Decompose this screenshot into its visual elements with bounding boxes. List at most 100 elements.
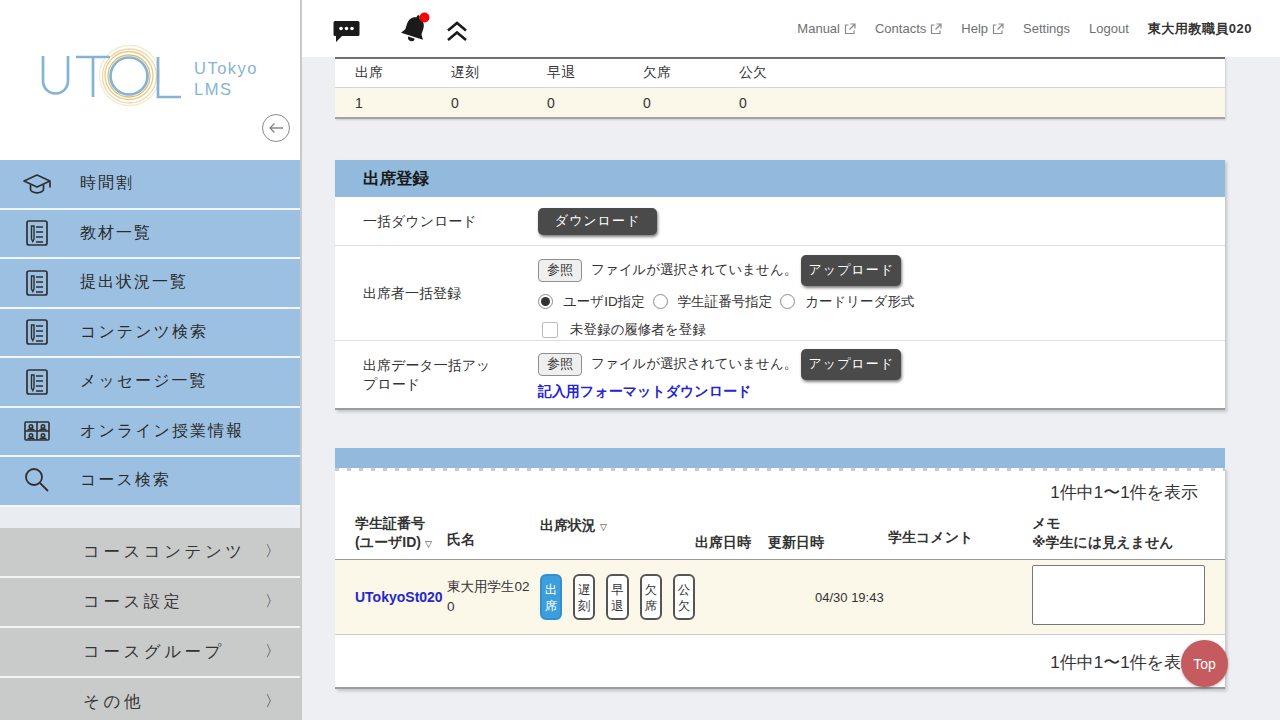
download-button[interactable]: ダウンロード: [538, 208, 657, 235]
sort-icon: ▽: [600, 522, 607, 532]
summary-values-row: 1 0 0 0 0: [335, 88, 1225, 117]
help-link[interactable]: Help: [961, 21, 1004, 36]
username[interactable]: 東大用教職員020: [1148, 20, 1252, 38]
clipboard-icon: [20, 365, 54, 399]
status-late-button[interactable]: 遅刻: [573, 574, 595, 620]
utol-logo: UTokyo LMS: [36, 40, 271, 115]
student-row: UTokyoSt020 東大用学生020 出席 遅刻 早退 欠席 公欠 04/3…: [335, 560, 1225, 635]
contacts-link[interactable]: Contacts: [875, 21, 942, 36]
summary-header: 早退: [547, 64, 643, 82]
main-area: Manual Contacts Help Settings Logout 東大用…: [302, 0, 1280, 720]
topbar: Manual Contacts Help Settings Logout 東大用…: [302, 0, 1280, 57]
sidebar-item-label: メッセージ一覧: [80, 371, 208, 392]
status-present-button[interactable]: 出席: [540, 574, 562, 620]
sidebar-item-online-class-info[interactable]: オンライン授業情報: [0, 408, 300, 458]
graduation-cap-icon: [20, 167, 54, 201]
clipboard-icon: [20, 266, 54, 300]
checkbox-label: 未登録の履修者を登録: [570, 321, 706, 339]
sidebar-item-label: 教材一覧: [80, 223, 152, 244]
summary-value: 0: [547, 95, 643, 111]
sidebar-item-course-contents[interactable]: コースコンテンツ 〉: [0, 528, 300, 578]
notifications-bell-icon[interactable]: [396, 12, 432, 52]
sidebar-item-label: コースグループ: [83, 641, 225, 663]
sidebar-item-messages[interactable]: メッセージ一覧: [0, 358, 300, 408]
sidebar-collapse-button[interactable]: [262, 114, 290, 142]
table-header-strip: [335, 448, 1225, 468]
sidebar-item-course-group[interactable]: コースグループ 〉: [0, 628, 300, 678]
sidebar-item-submission-status[interactable]: 提出状況一覧: [0, 259, 300, 309]
bulk-register-row: 出席者一括登録 参照 ファイルが選択されていません。 アップロード ユーザID指…: [335, 246, 1225, 341]
student-id-link[interactable]: UTokyoSt020: [355, 589, 447, 605]
back-arrow-icon: [268, 122, 284, 134]
column-header-name: 氏名: [447, 504, 540, 559]
sidebar-item-timetable[interactable]: 時間割: [0, 160, 300, 210]
chevron-right-icon: 〉: [265, 692, 280, 711]
status-buttons: 出席 遅刻 早退 欠席 公欠: [540, 574, 695, 620]
scroll-to-top-button[interactable]: Top: [1181, 640, 1228, 687]
logo-subtitle-2: LMS: [194, 80, 232, 98]
bulk-download-row: 一括ダウンロード ダウンロード: [335, 197, 1225, 246]
upload-button[interactable]: アップロード: [801, 255, 901, 286]
updated-at-cell: 04/30 19:43: [768, 590, 888, 605]
sidebar-item-label: 時間割: [80, 173, 134, 194]
student-table-header: 学生証番号 (ユーザID) ▽ 氏名 出席状況 ▽ 出席日時 更新日時 学生コメ…: [335, 504, 1225, 560]
people-grid-icon: [20, 414, 54, 448]
clipboard-icon: [20, 315, 54, 349]
radio-student-number[interactable]: [653, 294, 668, 309]
summary-value: 0: [643, 95, 739, 111]
summary-value: 0: [739, 95, 835, 111]
sidebar-item-content-search[interactable]: コンテンツ検索: [0, 309, 300, 359]
settings-link[interactable]: Settings: [1023, 21, 1070, 36]
summary-value: 1: [355, 95, 451, 111]
radio-user-id[interactable]: [538, 294, 553, 309]
chevron-right-icon: 〉: [265, 592, 280, 611]
row-label: 一括ダウンロード: [335, 197, 538, 245]
messages-icon[interactable]: [333, 18, 360, 48]
sidebar: UTokyo LMS 時間割 教材一覧: [0, 0, 300, 720]
status-excused-button[interactable]: 公欠: [673, 574, 695, 620]
external-link-icon: [844, 23, 856, 35]
sidebar-item-label: コース検索: [80, 470, 171, 491]
sidebar-item-label: 提出状況一覧: [80, 272, 188, 293]
status-absent-button[interactable]: 欠席: [640, 574, 662, 620]
radio-card-reader[interactable]: [780, 294, 795, 309]
sidebar-section-gap: [0, 507, 300, 528]
column-header-updated-at: 更新日時: [768, 504, 888, 559]
student-attendance-table: 1件中1〜1件を表示 学生証番号 (ユーザID) ▽ 氏名 出席状況 ▽ 出席日…: [335, 448, 1225, 689]
section-title: 出席登録: [335, 160, 1225, 197]
status-early-leave-button[interactable]: 早退: [606, 574, 628, 620]
sidebar-menu: 時間割 教材一覧 提出状況一覧 コンテンツ検索: [0, 160, 300, 507]
sidebar-item-others[interactable]: その他 〉: [0, 678, 300, 720]
result-count-top: 1件中1〜1件を表示: [335, 468, 1225, 504]
summary-header: 公欠: [739, 64, 835, 82]
memo-textarea[interactable]: [1032, 565, 1205, 625]
attendance-summary-table: 出席 遅刻 早退 欠席 公欠 1 0 0 0 0: [335, 57, 1225, 119]
summary-value: 0: [451, 95, 547, 111]
sidebar-item-label: コース設定: [83, 591, 184, 613]
collapse-topbar-icon[interactable]: [445, 20, 469, 47]
format-download-link[interactable]: 記入用フォーマットダウンロード: [538, 383, 751, 401]
browse-button[interactable]: 参照: [538, 353, 582, 376]
column-header-comment: 学生コメント: [888, 504, 1032, 559]
radio-label: 学生証番号指定: [678, 293, 773, 311]
register-unregistered-checkbox[interactable]: [542, 322, 558, 338]
logo-subtitle-1: UTokyo: [194, 59, 258, 77]
sidebar-item-course-settings[interactable]: コース設定 〉: [0, 578, 300, 628]
browse-button[interactable]: 参照: [538, 259, 582, 282]
sidebar-item-materials[interactable]: 教材一覧: [0, 210, 300, 260]
column-header-attended-at: 出席日時: [695, 504, 768, 559]
student-name: 東大用学生020: [447, 577, 533, 616]
column-header-student-id[interactable]: 学生証番号 (ユーザID) ▽: [355, 504, 447, 559]
column-header-status[interactable]: 出席状況 ▽: [540, 504, 695, 559]
no-file-text: ファイルが選択されていません。: [591, 261, 797, 279]
manual-link[interactable]: Manual: [797, 21, 856, 36]
upload-button[interactable]: アップロード: [801, 349, 901, 380]
summary-header: 遅刻: [451, 64, 547, 82]
no-file-text: ファイルが選択されていません。: [591, 355, 797, 373]
clipboard-icon: [20, 216, 54, 250]
row-label: 出席データ一括アップロード: [335, 341, 538, 408]
sidebar-item-label: コンテンツ検索: [80, 322, 208, 343]
logout-link[interactable]: Logout: [1089, 21, 1129, 36]
sidebar-item-course-search[interactable]: コース検索: [0, 457, 300, 507]
page: UTokyo LMS 時間割 教材一覧: [0, 0, 1280, 720]
